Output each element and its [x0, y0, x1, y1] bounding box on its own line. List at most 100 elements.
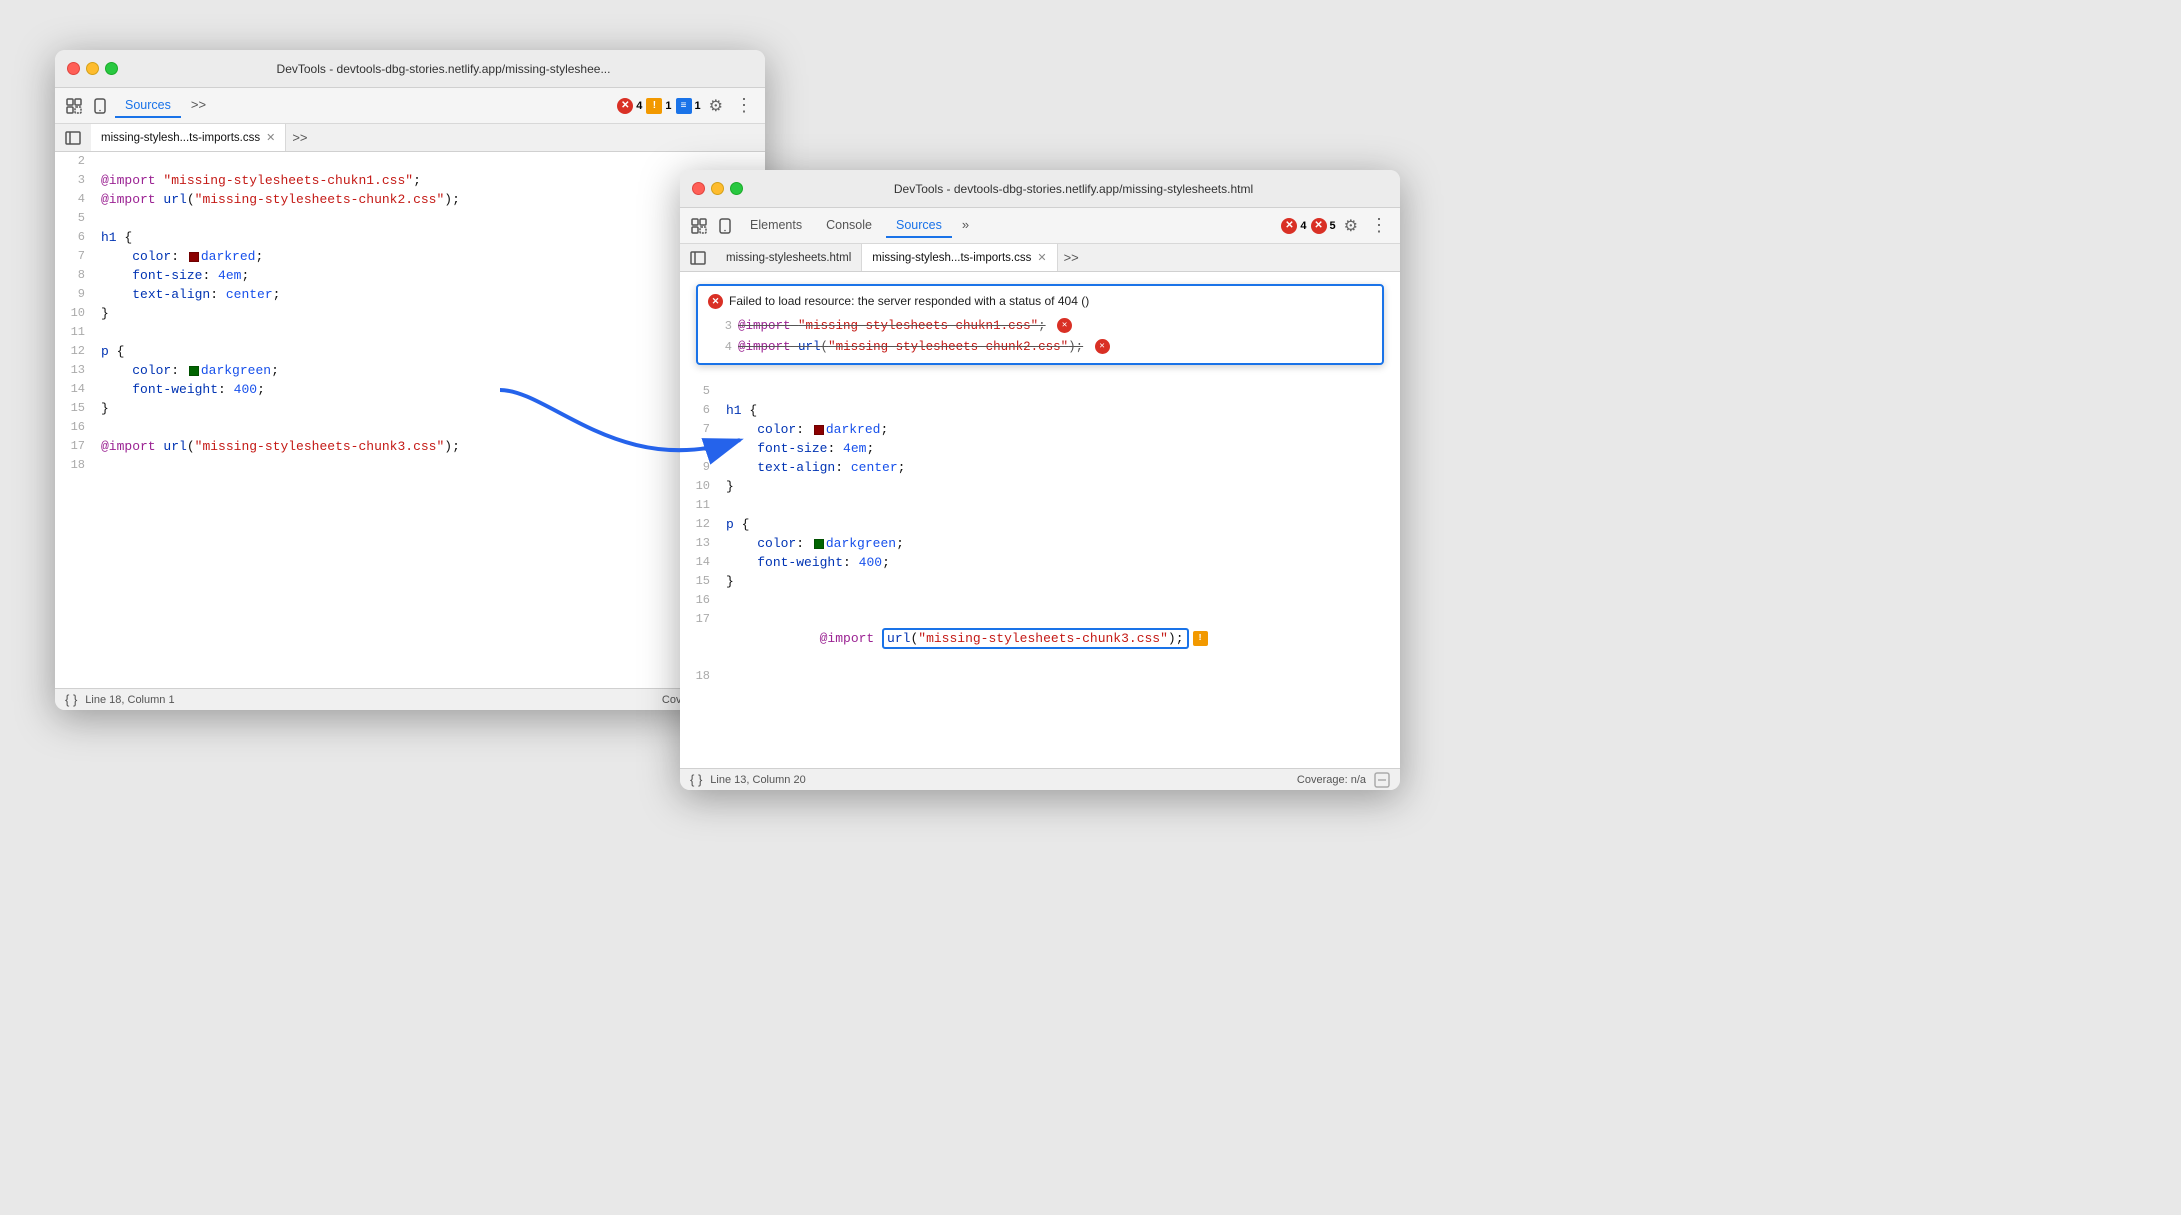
table-row: 15 } — [680, 572, 1400, 591]
inline-error-badge-1: ✕ — [1057, 318, 1072, 333]
panel-toggle-2[interactable] — [684, 251, 712, 265]
inline-warn-badge: ! — [1193, 631, 1208, 646]
table-row: 4 @import url("missing-stylesheets-chunk… — [55, 190, 765, 209]
file-tabs-2: missing-stylesheets.html missing-stylesh… — [680, 244, 1400, 272]
settings-icon-1[interactable]: ⚙ — [705, 96, 727, 116]
table-row: 11 — [55, 323, 765, 342]
coverage-status-2: Coverage: n/a — [1297, 774, 1366, 786]
table-row: 9 text-align: center; — [55, 285, 765, 304]
error-icon-2b: ✕ — [1311, 218, 1327, 234]
tab-more-2[interactable]: » — [956, 213, 975, 238]
table-row: 5 — [680, 382, 1400, 401]
device-toggle-icon[interactable] — [89, 95, 111, 117]
file-tab-css-1[interactable]: missing-stylesh...ts-imports.css ✕ — [91, 124, 286, 151]
table-row: 18 — [680, 667, 1400, 686]
toolbar-1: Elements Sources >> ✕ 4 ! 1 ≡ 1 ⚙ ⋮ — [55, 88, 765, 124]
table-row: 13 color: darkgreen; — [680, 534, 1400, 553]
tab-console-2[interactable]: Console — [816, 214, 882, 238]
table-row: 14 font-weight: 400; — [680, 553, 1400, 572]
table-row: 15 } — [55, 399, 765, 418]
cursor-position-2: Line 13, Column 20 — [710, 774, 805, 786]
file-tab-close-2[interactable]: ✕ — [1037, 251, 1046, 264]
table-row: 7 color: darkred; — [680, 420, 1400, 439]
status-bar-1: { } Line 18, Column 1 Coverage: n/a — [55, 688, 765, 710]
file-tabs-more-2[interactable]: >> — [1058, 250, 1085, 265]
tab-more[interactable]: >> — [185, 93, 212, 118]
minimize-button-2[interactable] — [711, 182, 724, 195]
error-message: ✕ Failed to load resource: the server re… — [708, 292, 1372, 311]
table-row: 17 @import url("missing-stylesheets-chun… — [55, 437, 765, 456]
error-popup: ✕ Failed to load resource: the server re… — [696, 284, 1384, 365]
close-button-1[interactable] — [67, 62, 80, 75]
badge-group-2: ✕ 4 ✕ 5 — [1281, 218, 1335, 234]
table-row: 12 p { — [680, 515, 1400, 534]
badge-group-1: ✕ 4 ! 1 ≡ 1 — [617, 98, 700, 114]
curly-braces-icon-1: { } — [65, 692, 77, 707]
devtools-window-1: DevTools - devtools-dbg-stories.netlify.… — [55, 50, 765, 710]
table-row: 6 h1 { — [55, 228, 765, 247]
more-menu-icon-2[interactable]: ⋮ — [1366, 215, 1392, 236]
window-title-2: DevTools - devtools-dbg-stories.netlify.… — [759, 182, 1388, 196]
code-table-2: 5 6 h1 { 7 color: darkred; 8 font-size: … — [680, 382, 1400, 686]
file-tab-html-2[interactable]: missing-stylesheets.html — [716, 244, 862, 271]
table-row: 12 p { — [55, 342, 765, 361]
file-tabs-1: missing-stylesh...ts-imports.css ✕ >> — [55, 124, 765, 152]
table-row: 13 color: darkgreen; — [55, 361, 765, 380]
table-row: 14 font-weight: 400; — [55, 380, 765, 399]
warn-badge-1[interactable]: ! 1 — [646, 98, 671, 114]
table-row: 6 h1 { — [680, 401, 1400, 420]
close-button-2[interactable] — [692, 182, 705, 195]
devtools-window-2: DevTools - devtools-dbg-stories.netlify.… — [680, 170, 1400, 790]
table-row: 8 font-size: 4em; — [680, 439, 1400, 458]
curly-braces-icon-2: { } — [690, 772, 702, 787]
table-row: 17 @import url("missing-stylesheets-chun… — [680, 610, 1400, 667]
table-row: 16 — [55, 418, 765, 437]
traffic-lights-2 — [692, 182, 743, 195]
title-bar-2: DevTools - devtools-dbg-stories.netlify.… — [680, 170, 1400, 208]
table-row: 10 } — [55, 304, 765, 323]
info-badge-1[interactable]: ≡ 1 — [676, 98, 701, 114]
error-badge-2b[interactable]: ✕ 5 — [1311, 218, 1336, 234]
code-editor-2[interactable]: ✕ Failed to load resource: the server re… — [680, 272, 1400, 768]
file-tabs-more-1[interactable]: >> — [286, 130, 313, 145]
error-code-lines: 3 @import "missing-stylesheets-chukn1.cs… — [708, 317, 1372, 357]
tab-elements-2[interactable]: Elements — [740, 214, 812, 238]
error-badge-2a[interactable]: ✕ 4 — [1281, 218, 1306, 234]
error-circle-icon: ✕ — [708, 294, 723, 309]
table-row: 11 — [680, 496, 1400, 515]
table-row: 10 } — [680, 477, 1400, 496]
window-title-1: DevTools - devtools-dbg-stories.netlify.… — [134, 62, 753, 76]
error-icon-2a: ✕ — [1281, 218, 1297, 234]
inspect-icon-2[interactable] — [688, 215, 710, 237]
inline-error-badge-2: ✕ — [1095, 339, 1110, 354]
more-menu-icon-1[interactable]: ⋮ — [731, 95, 757, 116]
table-row: 3 @import "missing-stylesheets-chukn1.cs… — [55, 171, 765, 190]
error-icon: ✕ — [617, 98, 633, 114]
table-row: 16 — [680, 591, 1400, 610]
tab-sources-2[interactable]: Sources — [886, 214, 952, 238]
device-toggle-icon-2[interactable] — [714, 215, 736, 237]
table-row: 18 — [55, 456, 765, 475]
settings-icon-2[interactable]: ⚙ — [1340, 216, 1362, 236]
traffic-lights-1 — [67, 62, 118, 75]
info-icon: ≡ — [676, 98, 692, 114]
panel-toggle-1[interactable] — [59, 131, 87, 145]
error-badge-1[interactable]: ✕ 4 — [617, 98, 642, 114]
warn-icon: ! — [646, 98, 662, 114]
code-table-1: 2 3 @import "missing-stylesheets-chukn1.… — [55, 152, 765, 475]
table-row: 5 — [55, 209, 765, 228]
maximize-button-2[interactable] — [730, 182, 743, 195]
title-bar-1: DevTools - devtools-dbg-stories.netlify.… — [55, 50, 765, 88]
tab-sources[interactable]: Sources — [115, 94, 181, 118]
table-row: 8 font-size: 4em; — [55, 266, 765, 285]
file-tab-css-2[interactable]: missing-stylesh...ts-imports.css ✕ — [862, 244, 1057, 271]
table-row: 2 — [55, 152, 765, 171]
code-editor-1[interactable]: 2 3 @import "missing-stylesheets-chukn1.… — [55, 152, 765, 688]
minimize-button-1[interactable] — [86, 62, 99, 75]
inspect-icon[interactable] — [63, 95, 85, 117]
table-row: 9 text-align: center; — [680, 458, 1400, 477]
coverage-icon-2 — [1374, 772, 1390, 788]
maximize-button-1[interactable] — [105, 62, 118, 75]
table-row: 7 color: darkred; — [55, 247, 765, 266]
file-tab-close-1[interactable]: ✕ — [266, 131, 275, 144]
